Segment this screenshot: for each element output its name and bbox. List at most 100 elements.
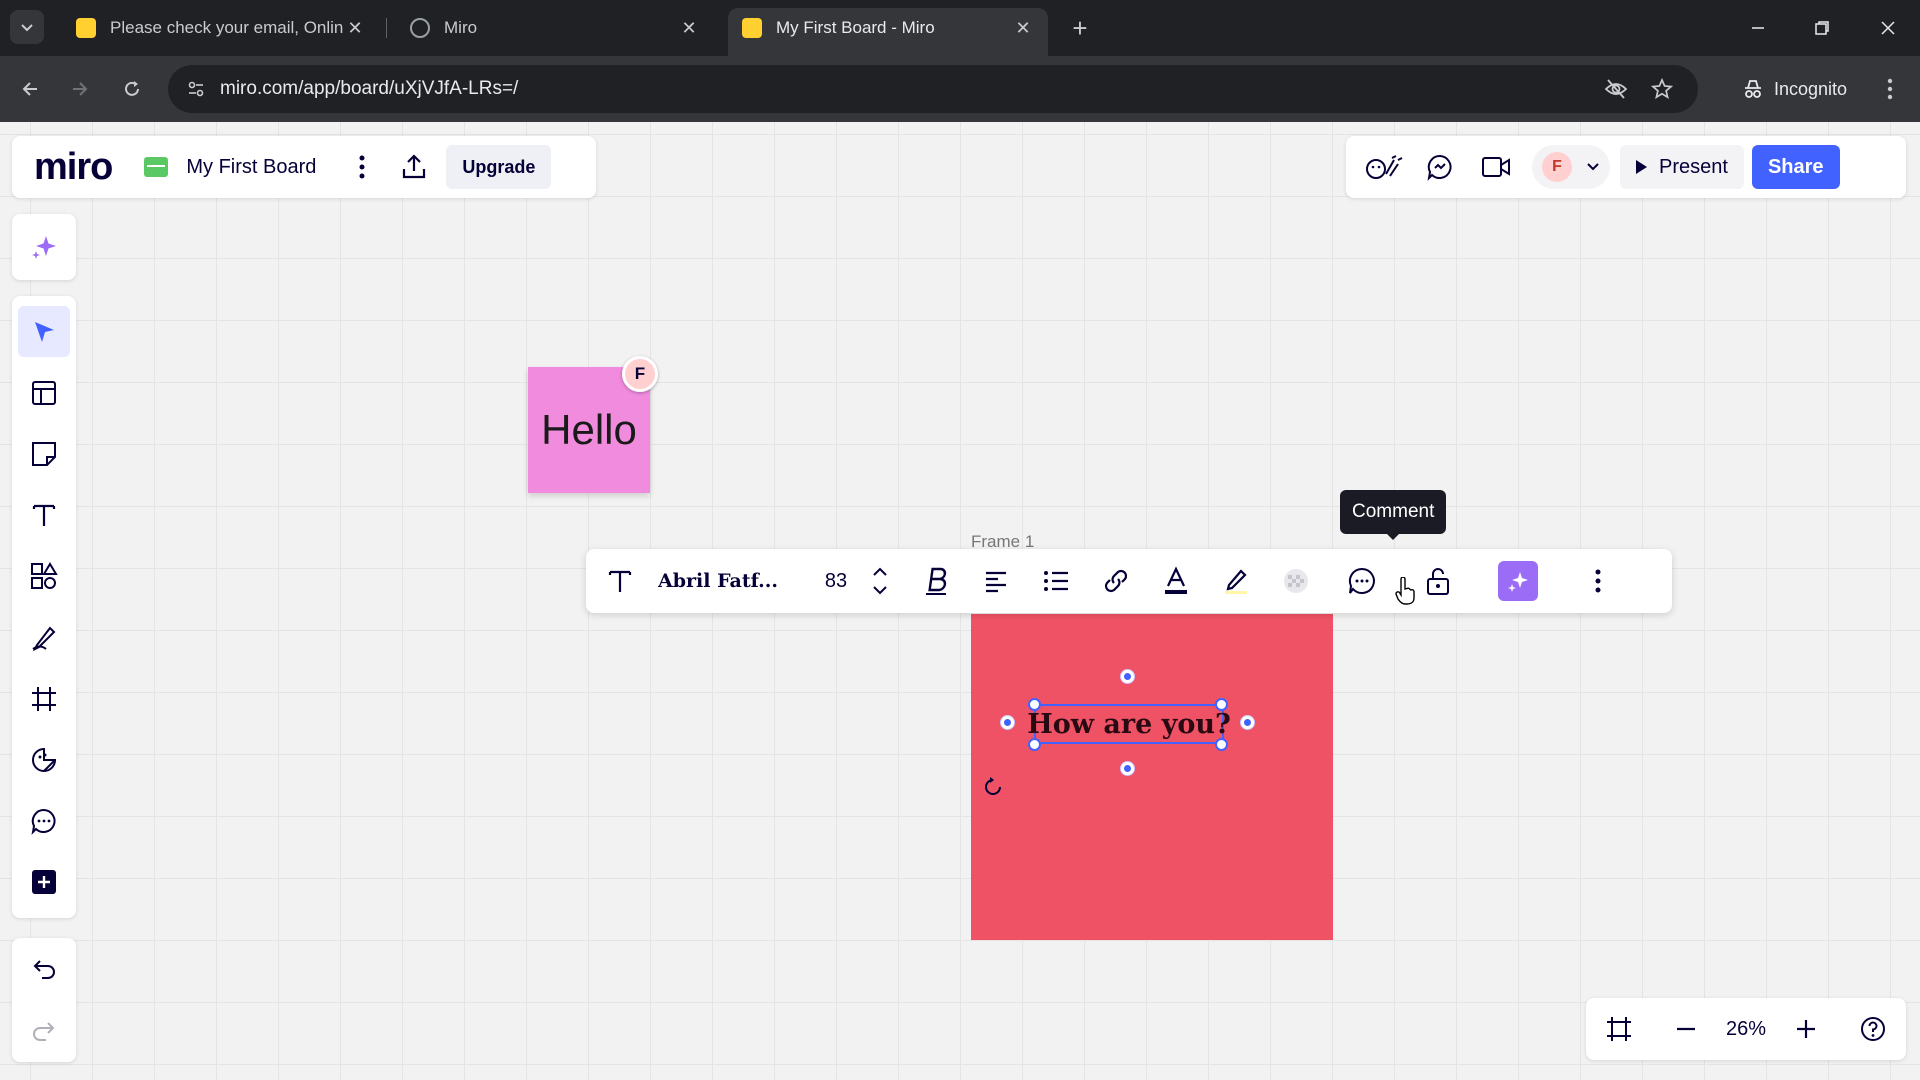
list-button[interactable]	[1026, 557, 1086, 605]
link-button[interactable]	[1086, 557, 1146, 605]
avatar: F	[1542, 152, 1572, 182]
zoom-in-button[interactable]	[1780, 1003, 1832, 1055]
comment-tooltip: Comment	[1340, 490, 1447, 540]
miro-favicon-icon	[742, 18, 762, 38]
fill-button[interactable]	[1266, 557, 1326, 605]
miro-logo[interactable]: miro	[34, 146, 113, 189]
connector-handle[interactable]	[1001, 716, 1014, 729]
undo-redo-panel	[12, 938, 76, 1062]
comment-icon	[31, 809, 56, 836]
zoom-level[interactable]: 26%	[1726, 1018, 1766, 1041]
new-tab-button[interactable]: +	[1064, 12, 1096, 44]
rotate-handle[interactable]	[982, 776, 1004, 803]
more-options-button[interactable]	[1568, 557, 1628, 605]
redo-button[interactable]	[18, 1005, 70, 1057]
font-size-stepper[interactable]	[866, 557, 894, 605]
minus-icon	[1676, 1027, 1695, 1031]
connector-handle[interactable]	[1241, 716, 1254, 729]
incognito-label: Incognito	[1774, 78, 1848, 99]
frame-tool[interactable]	[18, 673, 70, 724]
chat-button[interactable]	[1412, 145, 1468, 189]
pen-tool[interactable]	[18, 612, 70, 663]
shapes-tool[interactable]	[18, 551, 70, 602]
tab-search-button[interactable]	[10, 10, 44, 44]
browser-address-bar: miro.com/app/board/uXjVJfA-LRs=/ Incogni…	[0, 56, 1920, 122]
reload-icon[interactable]	[114, 71, 150, 107]
browser-tab-active[interactable]: My First Board - Miro ✕	[728, 8, 1048, 56]
present-label: Present	[1659, 155, 1728, 178]
close-icon[interactable]: ✕	[678, 17, 700, 39]
collaborators-menu[interactable]: F	[1532, 145, 1610, 189]
resize-handle[interactable]	[1215, 738, 1228, 751]
fit-to-screen-button[interactable]	[1593, 1003, 1645, 1055]
browser-menu-icon[interactable]	[1872, 71, 1908, 107]
ai-sparkle-button[interactable]	[18, 221, 70, 273]
highlight-button[interactable]	[1206, 557, 1266, 605]
board-menu-button[interactable]	[342, 147, 382, 187]
board-canvas[interactable]: miro My First Board Upgrade F Present Sh…	[0, 122, 1920, 1080]
selected-text-element[interactable]: How are you?	[1027, 704, 1231, 744]
undo-button[interactable]	[18, 943, 70, 995]
text-style-button[interactable]	[590, 557, 650, 605]
resize-handle[interactable]	[1028, 738, 1041, 751]
text-color-button[interactable]	[1146, 557, 1206, 605]
upgrade-button[interactable]: Upgrade	[446, 145, 552, 189]
connector-handle[interactable]	[1121, 670, 1134, 683]
text-context-toolbar: Abril Fatf... 83	[586, 549, 1672, 613]
url-bar[interactable]: miro.com/app/board/uXjVJfA-LRs=/	[168, 65, 1698, 113]
eye-off-icon[interactable]	[1604, 77, 1628, 101]
lock-button[interactable]	[1408, 557, 1468, 605]
reactions-button[interactable]	[1356, 145, 1412, 189]
ai-assist-button[interactable]	[1498, 561, 1538, 601]
browser-tab[interactable]: Please check your email, Online ✕	[62, 8, 380, 48]
video-icon	[1482, 157, 1510, 177]
forward-icon[interactable]	[62, 71, 98, 107]
text-tool[interactable]	[18, 490, 70, 541]
tab-separator	[386, 18, 387, 38]
font-size-input[interactable]: 83	[806, 570, 866, 593]
export-button[interactable]	[394, 147, 434, 187]
plus-icon	[1797, 1020, 1816, 1038]
select-tool[interactable]	[18, 306, 70, 358]
video-button[interactable]	[1468, 145, 1524, 189]
pen-icon	[32, 626, 56, 651]
creation-toolbar	[12, 296, 76, 918]
resize-handle[interactable]	[1028, 698, 1041, 711]
comment-button[interactable]	[1332, 557, 1392, 605]
tab-title: Miro	[444, 18, 478, 37]
incognito-badge[interactable]: Incognito	[1728, 65, 1861, 113]
chevron-down-icon[interactable]	[872, 584, 888, 596]
add-icon	[32, 870, 56, 895]
resize-handle[interactable]	[1215, 698, 1228, 711]
hand-cursor-icon	[1394, 576, 1416, 610]
align-button[interactable]	[966, 557, 1026, 605]
connector-handle[interactable]	[1121, 762, 1134, 775]
text-color-icon	[1165, 566, 1187, 594]
site-settings-icon[interactable]	[184, 77, 208, 101]
font-family-select[interactable]: Abril Fatf...	[658, 570, 784, 592]
comment-tool[interactable]	[18, 796, 70, 847]
ai-panel	[12, 214, 76, 280]
restore-icon[interactable]	[1804, 10, 1840, 46]
close-icon[interactable]: ✕	[1012, 17, 1034, 39]
select-arrow-icon	[35, 321, 54, 342]
browser-tab[interactable]: Miro ✕	[396, 8, 714, 48]
more-tools-button[interactable]	[18, 857, 70, 908]
present-button[interactable]: Present	[1620, 145, 1744, 189]
help-button[interactable]	[1847, 1003, 1899, 1055]
bold-button[interactable]	[906, 557, 966, 605]
star-icon[interactable]	[1650, 77, 1674, 101]
share-button[interactable]: Share	[1751, 145, 1840, 189]
templates-tool[interactable]	[18, 367, 70, 418]
minimize-icon[interactable]	[1740, 10, 1776, 46]
zoom-out-button[interactable]	[1660, 1003, 1712, 1055]
back-icon[interactable]	[12, 71, 48, 107]
stickers-tool[interactable]	[18, 734, 70, 785]
chevron-up-icon[interactable]	[872, 566, 888, 578]
window-close-icon[interactable]	[1870, 10, 1906, 46]
frame[interactable]	[971, 614, 1333, 940]
board-name[interactable]: My First Board	[186, 156, 316, 179]
close-icon[interactable]: ✕	[344, 17, 366, 39]
shapes-icon	[31, 562, 58, 590]
sticky-note-tool[interactable]	[18, 428, 70, 479]
